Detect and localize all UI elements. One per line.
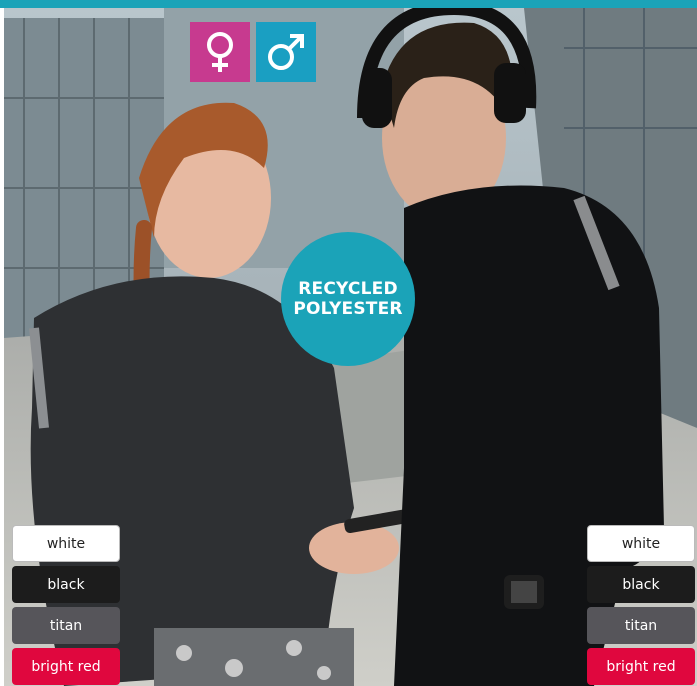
badge-line-2: POLYESTER [293,299,403,319]
swatch-white[interactable]: white [587,525,695,562]
female-symbol-icon [190,22,250,82]
product-page: RECYCLED POLYESTER white black titan bri… [0,0,697,686]
swatch-bright-red[interactable]: bright red [587,648,695,685]
color-swatches-men: white black titan bright red [587,525,695,685]
swatch-bright-red[interactable]: bright red [12,648,120,685]
swatch-titan[interactable]: titan [587,607,695,644]
recycled-polyester-badge: RECYCLED POLYESTER [281,232,415,366]
swatch-black[interactable]: black [12,566,120,603]
color-swatches-women: white black titan bright red [12,525,120,685]
swatch-black[interactable]: black [587,566,695,603]
male-symbol-icon [256,22,316,82]
swatch-white[interactable]: white [12,525,120,562]
swatch-titan[interactable]: titan [12,607,120,644]
badge-line-1: RECYCLED [298,279,398,299]
top-accent-bar [0,0,697,8]
